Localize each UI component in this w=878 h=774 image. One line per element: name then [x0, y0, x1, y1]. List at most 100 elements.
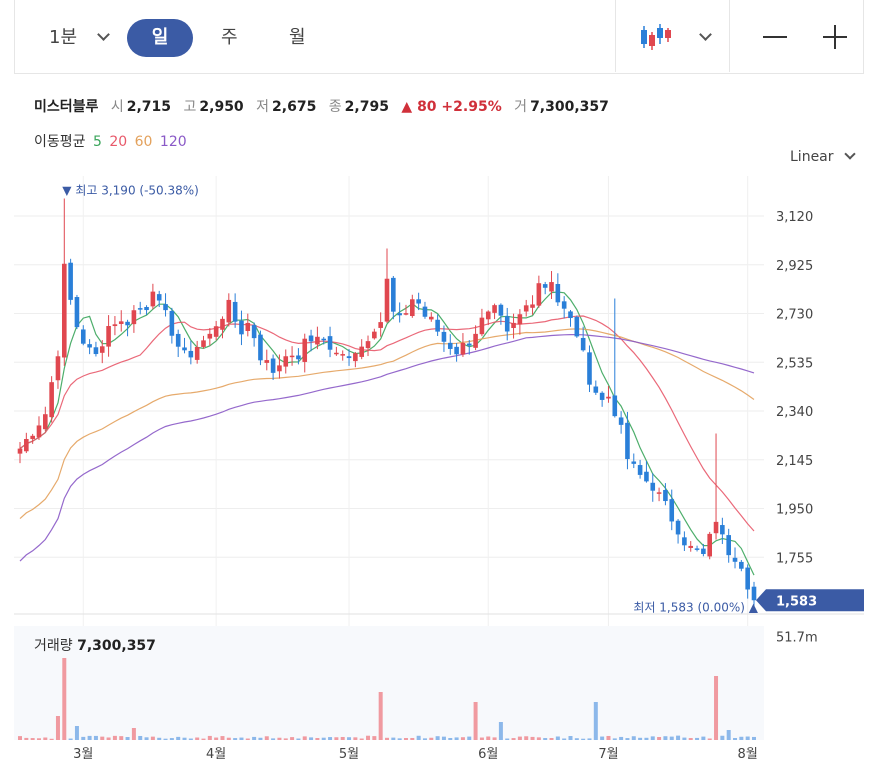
- candle-body[interactable]: [682, 537, 687, 546]
- candle-body[interactable]: [441, 331, 447, 342]
- candle-body[interactable]: [574, 316, 580, 337]
- candle-body[interactable]: [549, 282, 554, 292]
- candle-body[interactable]: [428, 316, 434, 320]
- candle-body[interactable]: [720, 525, 725, 535]
- candle-body[interactable]: [523, 305, 529, 312]
- candle-body[interactable]: [156, 294, 162, 301]
- candle-body[interactable]: [112, 324, 118, 327]
- candle-body[interactable]: [447, 342, 453, 349]
- candle-body[interactable]: [378, 322, 383, 328]
- candle-body[interactable]: [283, 356, 289, 367]
- candle-body[interactable]: [188, 350, 194, 358]
- candle-body[interactable]: [80, 329, 86, 344]
- candle-body[interactable]: [618, 417, 624, 425]
- candle-body[interactable]: [410, 299, 415, 317]
- candle-body[interactable]: [599, 392, 605, 400]
- candle-body[interactable]: [182, 347, 187, 351]
- candle-body[interactable]: [239, 320, 244, 335]
- candle-body[interactable]: [637, 465, 643, 475]
- candle-body[interactable]: [359, 346, 364, 357]
- candle-body[interactable]: [36, 425, 42, 438]
- candle-body[interactable]: [321, 338, 327, 341]
- candle-body[interactable]: [150, 291, 156, 307]
- candle-body[interactable]: [701, 548, 706, 554]
- candle-body[interactable]: [542, 284, 548, 288]
- candle-body[interactable]: [213, 326, 219, 337]
- candle-body[interactable]: [580, 337, 586, 351]
- candle-body[interactable]: [201, 340, 206, 347]
- candle-body[interactable]: [732, 557, 738, 562]
- candle-body[interactable]: [302, 338, 308, 362]
- candle-body[interactable]: [334, 352, 339, 355]
- candle-body[interactable]: [593, 386, 599, 393]
- candle-body[interactable]: [536, 283, 542, 306]
- candle-body[interactable]: [30, 435, 35, 440]
- candle-body[interactable]: [49, 382, 54, 418]
- candle-body[interactable]: [106, 326, 111, 347]
- candle-body[interactable]: [118, 321, 124, 324]
- candle-body[interactable]: [726, 535, 731, 556]
- candle-body[interactable]: [372, 331, 377, 339]
- candle-body[interactable]: [492, 305, 497, 313]
- candle-body[interactable]: [631, 461, 637, 464]
- candle-body[interactable]: [694, 548, 700, 550]
- candle-body[interactable]: [751, 586, 757, 601]
- candle-body[interactable]: [498, 304, 504, 316]
- candle-body[interactable]: [340, 354, 346, 356]
- candle-body[interactable]: [479, 317, 485, 335]
- candle-body[interactable]: [99, 346, 105, 353]
- candle-body[interactable]: [194, 347, 200, 360]
- candle-body[interactable]: [473, 333, 478, 348]
- candle-body[interactable]: [739, 561, 744, 569]
- candle-body[interactable]: [416, 299, 421, 304]
- candle-body[interactable]: [277, 365, 282, 372]
- candle-body[interactable]: [511, 322, 516, 329]
- candle-body[interactable]: [644, 471, 649, 482]
- candle-body[interactable]: [504, 316, 510, 332]
- candle-body[interactable]: [454, 346, 459, 355]
- candle-body[interactable]: [561, 301, 567, 309]
- candle-body[interactable]: [403, 313, 409, 315]
- candle-body[interactable]: [650, 482, 656, 491]
- candle-body[interactable]: [327, 336, 333, 350]
- candle-body[interactable]: [251, 325, 257, 339]
- candle-body[interactable]: [258, 334, 263, 361]
- candle-body[interactable]: [745, 567, 750, 590]
- candle-body[interactable]: [207, 333, 213, 339]
- candle-body[interactable]: [270, 358, 276, 373]
- candle-body[interactable]: [656, 492, 662, 494]
- candle-body[interactable]: [353, 353, 358, 362]
- candle-body[interactable]: [663, 489, 668, 502]
- candle-body[interactable]: [296, 355, 301, 360]
- candle-body[interactable]: [163, 304, 168, 311]
- candle-body[interactable]: [568, 311, 573, 319]
- candle-body[interactable]: [289, 355, 295, 358]
- candle-body[interactable]: [669, 499, 675, 522]
- candle-body[interactable]: [17, 448, 23, 454]
- candle-body[interactable]: [220, 318, 225, 330]
- candle-body[interactable]: [55, 356, 61, 381]
- candle-body[interactable]: [517, 314, 523, 325]
- candle-body[interactable]: [93, 347, 99, 355]
- candle-body[interactable]: [137, 308, 143, 310]
- candle-body[interactable]: [24, 438, 29, 452]
- candle-body[interactable]: [365, 341, 371, 349]
- candle-body[interactable]: [555, 284, 561, 303]
- candle-body[interactable]: [232, 301, 238, 322]
- candle-body[interactable]: [391, 277, 396, 312]
- candle-body[interactable]: [43, 414, 48, 430]
- candle-body[interactable]: [612, 395, 618, 417]
- candle-body[interactable]: [606, 396, 611, 399]
- candle-body[interactable]: [485, 311, 491, 320]
- candle-body[interactable]: [131, 310, 137, 325]
- price-chart[interactable]: 3,120 2,925 2,730 2,535 2,340 2,145 1,950 1,755…: [0, 0, 878, 774]
- candle-body[interactable]: [384, 278, 390, 322]
- candle-body[interactable]: [707, 533, 713, 557]
- candle-body[interactable]: [264, 360, 270, 363]
- candle-body[interactable]: [346, 356, 352, 359]
- candle-body[interactable]: [625, 422, 630, 460]
- candle-body[interactable]: [226, 299, 232, 323]
- candle-body[interactable]: [74, 297, 80, 328]
- candle-body[interactable]: [435, 319, 440, 332]
- candle-body[interactable]: [397, 313, 402, 316]
